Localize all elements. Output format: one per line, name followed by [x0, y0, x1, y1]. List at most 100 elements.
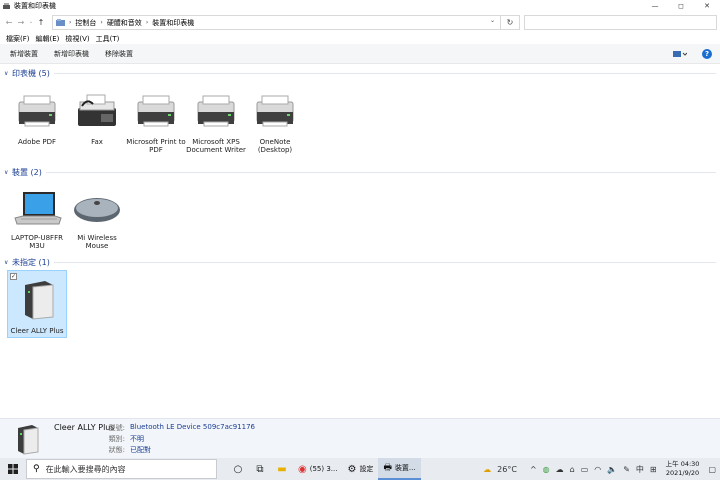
model-label: 型號: [108, 424, 125, 432]
mouse-icon [74, 198, 120, 222]
taskbar-app-settings[interactable]: ⚙ 設定 [342, 458, 378, 480]
device-item-onenote[interactable]: OneNote (Desktop) [245, 92, 305, 154]
tray-app-icon[interactable]: ⌂ [570, 465, 575, 474]
collapse-chevron-icon[interactable]: ∨ [4, 259, 12, 266]
group-header-printers[interactable]: ∨ 印表機 (5) [4, 68, 716, 78]
remove-device-button[interactable]: 移除裝置 [105, 49, 133, 59]
device-label: OneNote (Desktop) [257, 138, 293, 154]
recent-dropdown-icon[interactable]: ⌄ [27, 15, 35, 29]
clock[interactable]: 上午 04:30 2021/9/20 [666, 460, 700, 478]
generic-device-icon [25, 281, 54, 320]
device-label: Mi Wireless Mouse [77, 234, 117, 250]
model-value: Bluetooth LE Device 509c7ac91176 [130, 423, 255, 431]
group-header-unspecified[interactable]: ∨ 未指定 (1) [4, 257, 716, 267]
status-label: 狀態: [108, 446, 125, 454]
breadcrumb-control-panel[interactable]: 控制台 [75, 18, 96, 28]
address-dropdown-icon[interactable]: ⌄ [490, 17, 495, 24]
input-method-indicator[interactable]: 中 [636, 464, 644, 475]
menu-edit[interactable]: 編輯(E) [36, 34, 60, 44]
group-header-devices[interactable]: ∨ 裝置 (2) [4, 167, 716, 177]
change-view-icon[interactable] [673, 50, 687, 58]
maximize-button[interactable]: ◻ [668, 0, 694, 12]
clock-time: 上午 04:30 [665, 460, 700, 468]
weather-temperature[interactable]: 26°C [497, 465, 517, 474]
device-label: Cleer ALLY Plus [10, 327, 64, 335]
onedrive-icon[interactable]: ☁ [556, 465, 564, 474]
device-label: Adobe PDF [17, 138, 56, 146]
back-icon[interactable]: ← [3, 15, 15, 29]
collapse-chevron-icon[interactable]: ∨ [4, 70, 12, 77]
breadcrumb-separator: › [145, 19, 149, 26]
task-view-icon[interactable]: ⧉ [249, 458, 271, 480]
taskbar: ⚲ 在此輸入要搜尋的內容 ○ ⧉ ▬ ◉ (55) 3... ⚙ 設定 🖶 裝置… [0, 458, 720, 480]
volume-icon[interactable]: 🔈 [607, 465, 617, 474]
taskbar-search-input[interactable]: ⚲ 在此輸入要搜尋的內容 [26, 459, 217, 479]
clock-date: 2021/9/20 [665, 469, 700, 477]
ime-mode-icon[interactable]: ⊞ [650, 465, 657, 474]
system-tray: ☁ 26°C ^ ◍ ☁ ⌂ ▭ ◠ 🔈 ✎ 中 ⊞ 上午 04:30 2021… [480, 458, 720, 480]
file-explorer-icon[interactable]: ▬ [271, 458, 293, 480]
breadcrumb-devices-printers[interactable]: 裝置和印表機 [152, 18, 194, 28]
group-divider [53, 261, 716, 263]
generic-device-icon [18, 425, 39, 455]
device-label: Microsoft XPS Document Writer [186, 138, 246, 154]
menu-tools[interactable]: 工具(T) [96, 34, 120, 44]
device-item-fax[interactable]: Fax [67, 92, 127, 146]
breadcrumb-separator: › [100, 19, 103, 26]
add-device-button[interactable]: 新增裝置 [10, 49, 38, 59]
address-bar[interactable]: › 控制台 › 硬體和音效 › 裝置和印表機 ⌄ ↻ [52, 15, 520, 30]
printer-icon [256, 95, 294, 127]
cortana-icon[interactable]: ○ [227, 458, 249, 480]
fax-icon [78, 94, 116, 126]
device-item-adobe-pdf[interactable]: Adobe PDF [7, 92, 67, 146]
weather-icon[interactable]: ☁ [483, 465, 491, 474]
menu-view[interactable]: 檢視(V) [65, 34, 89, 44]
app-tray-icon[interactable]: ◍ [543, 465, 550, 474]
windows-logo-icon [8, 464, 18, 474]
command-bar: 新增裝置 新增印表機 移除裝置 ? [0, 44, 720, 64]
device-item-cleer-ally-plus[interactable]: ✓ Cleer ALLY Plus [7, 270, 67, 338]
notification-icon[interactable]: ▢ [708, 465, 716, 474]
device-item-mi-mouse[interactable]: Mi Wireless Mouse [67, 188, 127, 250]
group-divider [53, 72, 716, 74]
device-item-microsoft-xps[interactable]: Microsoft XPS Document Writer [186, 92, 246, 154]
window-title: 裝置和印表機 [14, 2, 56, 10]
help-icon[interactable]: ? [702, 49, 712, 59]
device-item-microsoft-print-to-pdf[interactable]: Microsoft Print to PDF [126, 92, 186, 154]
up-icon[interactable]: ↑ [35, 15, 47, 29]
breadcrumb-hardware-sound[interactable]: 硬體和音效 [107, 18, 142, 28]
selection-checkbox[interactable]: ✓ [10, 273, 17, 280]
printer-icon [18, 95, 56, 127]
pen-icon[interactable]: ✎ [623, 465, 630, 474]
collapse-chevron-icon[interactable]: ∨ [4, 169, 12, 176]
details-pane: Cleer ALLY Plus 型號: Bluetooth LE Device … [0, 418, 720, 458]
taskbar-app-chrome[interactable]: ◉ (55) 3... [293, 458, 342, 480]
refresh-icon[interactable]: ↻ [500, 16, 519, 29]
printer-icon: 🖶 [383, 463, 392, 473]
category-label: 類別: [108, 435, 125, 443]
close-button[interactable]: ✕ [694, 0, 720, 12]
chrome-icon: ◉ [298, 463, 307, 475]
devices-view: ∨ 印表機 (5) Adobe PDF Fax Microsoft Print … [0, 64, 720, 418]
wifi-icon[interactable]: ◠ [594, 465, 601, 474]
device-label: LAPTOP-U8FFR M3U [11, 234, 63, 250]
forward-icon[interactable]: → [15, 15, 27, 29]
show-hidden-icons-icon[interactable]: ^ [530, 465, 537, 474]
battery-icon[interactable]: ▭ [581, 465, 589, 474]
menu-bar: 檔案(F) 編輯(E) 檢視(V) 工具(T) [0, 33, 720, 44]
gear-icon: ⚙ [347, 463, 357, 475]
printer-icon [137, 95, 175, 127]
laptop-icon [14, 192, 62, 225]
start-button[interactable] [0, 458, 26, 480]
device-item-laptop[interactable]: LAPTOP-U8FFR M3U [7, 188, 67, 250]
menu-file[interactable]: 檔案(F) [6, 34, 30, 44]
group-divider [45, 171, 716, 173]
taskbar-app-devices[interactable]: 🖶 裝置... [378, 458, 421, 480]
add-printer-button[interactable]: 新增印表機 [54, 49, 89, 59]
minimize-button[interactable]: — [642, 0, 668, 12]
search-input[interactable] [524, 15, 717, 30]
device-label: Fax [91, 138, 103, 146]
category-value: 不明 [130, 435, 144, 443]
search-icon: ⚲ [33, 464, 40, 474]
breadcrumb-separator: › [69, 19, 72, 26]
